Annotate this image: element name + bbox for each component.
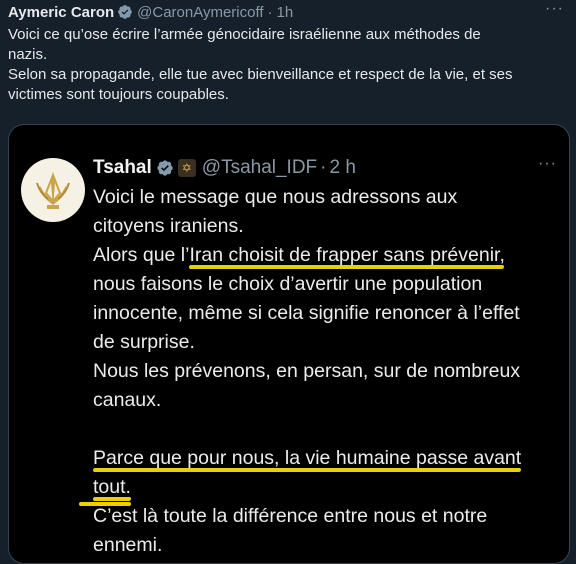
quoted-text-line: Alors que l’Iran choisit de frapper sans…: [93, 241, 563, 270]
quoted-author-name[interactable]: Tsahal: [93, 157, 152, 179]
more-options-icon[interactable]: ···: [545, 0, 564, 18]
quoted-tweet-header: Tsahal ✡ @Tsahal_IDF · 2 h: [93, 155, 356, 181]
more-options-icon[interactable]: ···: [538, 155, 557, 173]
verified-badge-icon: [118, 5, 132, 19]
verified-badge-icon: [157, 160, 173, 176]
separator-dot: ·: [320, 157, 327, 178]
quoted-author-handle[interactable]: @Tsahal_IDF: [202, 157, 317, 179]
org-flag-icon: ✡: [177, 159, 196, 177]
author-handle[interactable]: @CaronAymericoff: [137, 4, 263, 21]
quoted-text-line: Voici le message que nous adressons aux: [93, 186, 458, 208]
avatar[interactable]: [21, 158, 85, 222]
quoted-tweet-time[interactable]: 2 h: [330, 157, 356, 179]
quoted-tweet-text: Voici le message que nous adressons aux …: [79, 183, 563, 560]
quoted-tweet-card[interactable]: Tsahal ✡ @Tsahal_IDF · 2 h ··· Voici le …: [8, 124, 570, 564]
idf-emblem-icon: [36, 171, 70, 209]
highlighted-phrase: Iran choisit de frapper sans prévenir,: [189, 244, 505, 266]
highlighted-phrase: Parce que pour nous, la vie humaine pass…: [93, 447, 522, 469]
author-name[interactable]: Aymeric Caron: [8, 4, 114, 21]
quoted-text-line: de surprise.: [93, 331, 195, 353]
tweet-text-line: nazis.: [8, 46, 48, 63]
quoted-text-segment: Alors que l’: [93, 244, 190, 266]
tweet-text-line: Voici ce qu’ose écrire l’armée génocidai…: [8, 26, 481, 43]
quoted-text-line: C’est là toute la différence entre nous …: [93, 505, 488, 527]
tweet-time[interactable]: 1h: [277, 4, 294, 21]
tweet-text: Voici ce qu’ose écrire l’armée génocidai…: [8, 25, 570, 105]
tweet-text-line: Selon sa propagande, elle tue avec bienv…: [8, 66, 513, 83]
tweet-header: Aymeric Caron @CaronAymericoff · 1h ···: [8, 0, 568, 22]
highlighted-phrase: tout.: [93, 476, 131, 498]
quoted-text-line: nous faisons le choix d’avertir une popu…: [93, 273, 483, 295]
quoted-text-line: citoyens iraniens.: [93, 215, 244, 237]
separator-dot: ·: [267, 3, 273, 21]
quoted-text-line: Nous les prévenons, en persan, sur de no…: [93, 360, 521, 382]
quoted-text-line: canaux.: [93, 389, 162, 411]
tweet-text-line: victimes sont toujours coupables.: [8, 86, 229, 103]
quoted-text-line: Parce que pour nous, la vie humaine pass…: [93, 444, 563, 473]
quoted-text-line: tout.: [79, 473, 563, 506]
quoted-text-line: ennemi.: [93, 534, 163, 556]
quoted-text-line: innocente, même si cela signifie renonce…: [93, 302, 520, 324]
